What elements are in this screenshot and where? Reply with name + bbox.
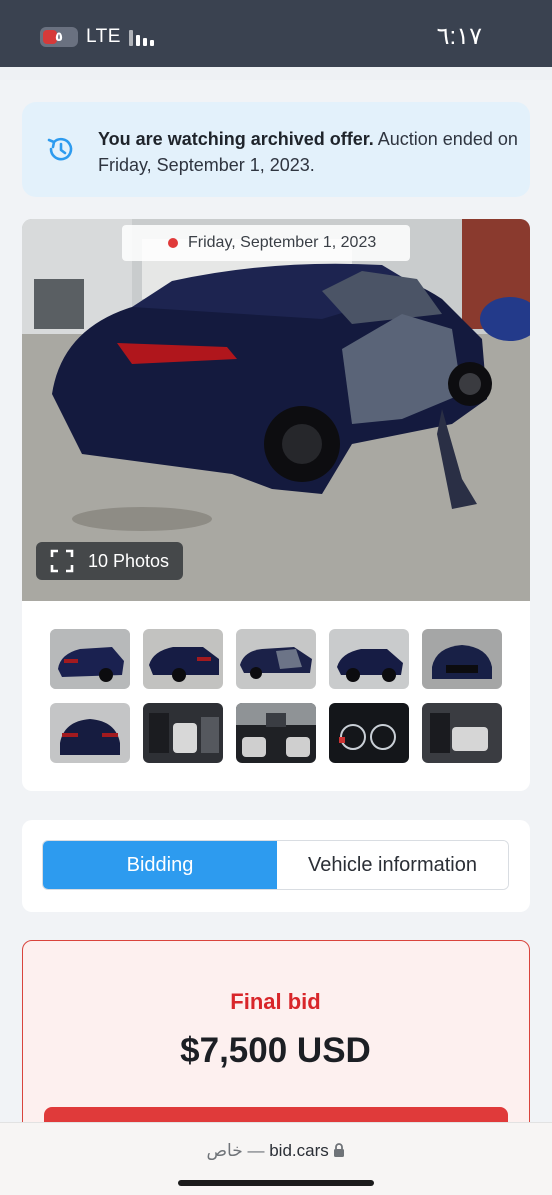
page-content: You are watching archived offer. Auction… bbox=[0, 80, 552, 1140]
main-vehicle-photo[interactable]: Friday, September 1, 2023 10 Photos bbox=[22, 219, 530, 601]
final-bid-label: Final bid bbox=[230, 989, 321, 1014]
home-indicator[interactable] bbox=[178, 1180, 374, 1186]
thumb-rear-right[interactable] bbox=[143, 629, 223, 689]
status-bar: ٥ LTE ٦:١٧ bbox=[0, 0, 552, 67]
thumb-front-left[interactable] bbox=[329, 629, 409, 689]
photos-count-label: 10 Photos bbox=[88, 550, 170, 571]
archived-offer-notice: You are watching archived offer. Auction… bbox=[22, 102, 530, 197]
thumb-rear-seats[interactable] bbox=[422, 703, 502, 763]
clock: ٦:١٧ bbox=[436, 23, 482, 50]
history-icon bbox=[47, 137, 73, 161]
thumb-front[interactable] bbox=[422, 629, 502, 689]
auction-date: Friday, September 1, 2023 bbox=[188, 234, 377, 251]
final-bid-amount: $7,500 USD bbox=[180, 1031, 371, 1070]
thumbnail-grid bbox=[50, 629, 503, 763]
thumb-side-damage[interactable] bbox=[236, 629, 316, 689]
private-mode-label: خاص — bbox=[206, 1141, 265, 1160]
lock-icon bbox=[334, 1143, 345, 1157]
fullscreen-icon bbox=[50, 549, 74, 573]
photo-gallery-card: Friday, September 1, 2023 10 Photos bbox=[22, 219, 530, 791]
thumb-dashboard[interactable] bbox=[236, 703, 316, 763]
live-dot-icon bbox=[168, 238, 178, 248]
signal-icon bbox=[128, 28, 154, 46]
tab-bidding[interactable]: Bidding bbox=[43, 841, 277, 889]
thumb-rear[interactable] bbox=[50, 703, 130, 763]
final-bid-card: Final bid $7,500 USD bbox=[22, 940, 530, 1140]
battery-icon: ٥ bbox=[40, 27, 78, 47]
thumb-rear-left[interactable] bbox=[50, 629, 130, 689]
photos-count-button[interactable]: 10 Photos bbox=[36, 542, 183, 580]
thumb-instrument-cluster[interactable] bbox=[329, 703, 409, 763]
url-display[interactable]: خاص — bid.cars bbox=[0, 1141, 552, 1161]
auction-date-label: Friday, September 1, 2023 bbox=[122, 225, 410, 261]
notice-bold-text: You are watching archived offer. bbox=[98, 129, 374, 149]
tabs-card: Bidding Vehicle information bbox=[22, 820, 530, 912]
notice-text: You are watching archived offer. Auction… bbox=[98, 126, 518, 178]
browser-url-bar[interactable]: خاص — bid.cars bbox=[0, 1122, 552, 1195]
status-left: ٥ LTE bbox=[40, 26, 154, 48]
tab-vehicle-information[interactable]: Vehicle information bbox=[277, 841, 508, 889]
battery-level: ٥ bbox=[55, 29, 63, 44]
url-domain: bid.cars bbox=[269, 1141, 329, 1160]
network-type: LTE bbox=[86, 26, 121, 47]
tab-bar: Bidding Vehicle information bbox=[42, 840, 509, 890]
thumb-front-seats[interactable] bbox=[143, 703, 223, 763]
